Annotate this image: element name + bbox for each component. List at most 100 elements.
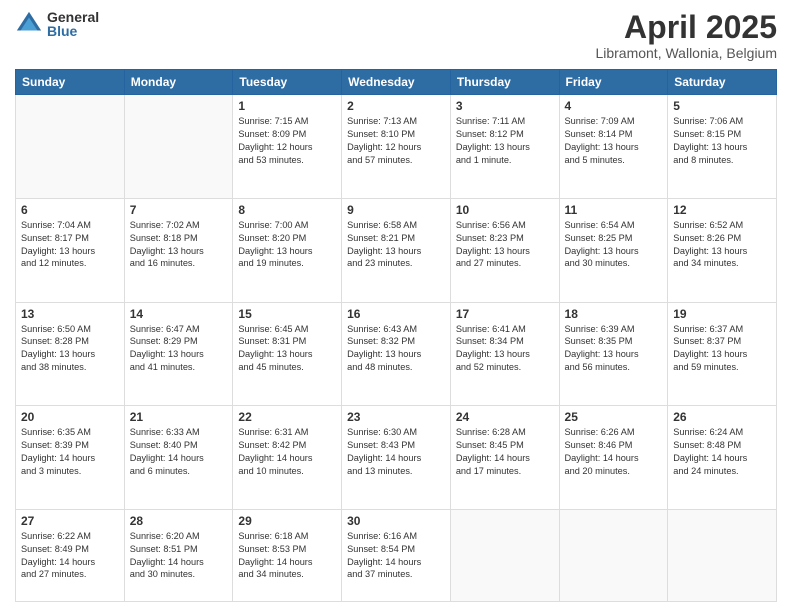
day-number: 26: [673, 410, 771, 424]
table-row: 21Sunrise: 6:33 AM Sunset: 8:40 PM Dayli…: [124, 406, 233, 510]
month-title: April 2025: [595, 10, 777, 45]
day-number: 9: [347, 203, 445, 217]
day-number: 19: [673, 307, 771, 321]
table-row: 25 Sunrise: 6:26 AM Sunset: 8:46 PM Dayli…: [559, 406, 668, 510]
table-row: 24 Sunrise: 6:28 AM Sunset: 8:45 PM Dayli…: [450, 406, 559, 510]
cell-content: Sunrise: 7:09 AM Sunset: 8:14 PM Dayligh…: [565, 115, 663, 167]
table-row: 12 Sunrise: 6:52 AM Sunset: 8:26 PM Dayli…: [668, 198, 777, 302]
cell-content: Sunrise: 7:15 AM Sunset: 8:09 PM Dayligh…: [238, 115, 336, 167]
col-sunday: Sunday: [16, 70, 125, 95]
day-number: 25: [565, 410, 663, 424]
day-number: 22: [238, 410, 336, 424]
table-row: 5Sunrise: 7:06 AM Sunset: 8:15 PM Daylig…: [668, 95, 777, 199]
day-number: 28: [130, 514, 228, 528]
cell-content: Sunrise: 6:28 AM Sunset: 8:45 PM Dayligh…: [456, 426, 554, 478]
day-number: 10: [456, 203, 554, 217]
cell-content: Sunrise: 6:35 AM Sunset: 8:39 PM Dayligh…: [21, 426, 119, 478]
cell-content: Sunrise: 7:04 AM Sunset: 8:17 PM Dayligh…: [21, 219, 119, 271]
cell-content: Sunrise: 6:56 AM Sunset: 8:23 PM Dayligh…: [456, 219, 554, 271]
day-number: 12: [673, 203, 771, 217]
table-row: 2 Sunrise: 7:13 AM Sunset: 8:10 PM Daylig…: [342, 95, 451, 199]
logo-blue-label: Blue: [47, 24, 99, 38]
calendar-week-row: 27 Sunrise: 6:22 AM Sunset: 8:49 PM Dayli…: [16, 509, 777, 601]
cell-content: Sunrise: 6:22 AM Sunset: 8:49 PM Dayligh…: [21, 530, 119, 582]
cell-content: Sunrise: 6:47 AM Sunset: 8:29 PM Dayligh…: [130, 323, 228, 375]
cell-content: Sunrise: 6:50 AM Sunset: 8:28 PM Dayligh…: [21, 323, 119, 375]
table-row: 7Sunrise: 7:02 AM Sunset: 8:18 PM Daylig…: [124, 198, 233, 302]
table-row: 20 Sunrise: 6:35 AM Sunset: 8:39 PM Dayli…: [16, 406, 125, 510]
table-row: 26 Sunrise: 6:24 AM Sunset: 8:48 PM Dayli…: [668, 406, 777, 510]
cell-content: Sunrise: 7:11 AM Sunset: 8:12 PM Dayligh…: [456, 115, 554, 167]
day-number: 18: [565, 307, 663, 321]
calendar-week-row: 6 Sunrise: 7:04 AM Sunset: 8:17 PM Daylig…: [16, 198, 777, 302]
table-row: 13Sunrise: 6:50 AM Sunset: 8:28 PM Dayli…: [16, 302, 125, 406]
cell-content: Sunrise: 6:20 AM Sunset: 8:51 PM Dayligh…: [130, 530, 228, 582]
table-row: 16Sunrise: 6:43 AM Sunset: 8:32 PM Dayli…: [342, 302, 451, 406]
cell-content: Sunrise: 6:52 AM Sunset: 8:26 PM Dayligh…: [673, 219, 771, 271]
cell-content: Sunrise: 6:37 AM Sunset: 8:37 PM Dayligh…: [673, 323, 771, 375]
logo-icon: [15, 10, 43, 38]
cell-content: Sunrise: 6:41 AM Sunset: 8:34 PM Dayligh…: [456, 323, 554, 375]
day-number: 24: [456, 410, 554, 424]
table-row: 1 Sunrise: 7:15 AM Sunset: 8:09 PM Daylig…: [233, 95, 342, 199]
table-row: 29Sunrise: 6:18 AM Sunset: 8:53 PM Dayli…: [233, 509, 342, 601]
cell-content: Sunrise: 6:43 AM Sunset: 8:32 PM Dayligh…: [347, 323, 445, 375]
logo: General Blue: [15, 10, 99, 38]
table-row: 28 Sunrise: 6:20 AM Sunset: 8:51 PM Dayli…: [124, 509, 233, 601]
logo-text: General Blue: [47, 10, 99, 38]
table-row: 3 Sunrise: 7:11 AM Sunset: 8:12 PM Daylig…: [450, 95, 559, 199]
table-row: 8 Sunrise: 7:00 AM Sunset: 8:20 PM Daylig…: [233, 198, 342, 302]
cell-content: Sunrise: 6:24 AM Sunset: 8:48 PM Dayligh…: [673, 426, 771, 478]
table-row: 27 Sunrise: 6:22 AM Sunset: 8:49 PM Dayli…: [16, 509, 125, 601]
cell-content: Sunrise: 6:31 AM Sunset: 8:42 PM Dayligh…: [238, 426, 336, 478]
cell-content: Sunrise: 7:13 AM Sunset: 8:10 PM Dayligh…: [347, 115, 445, 167]
table-row: 23 Sunrise: 6:30 AM Sunset: 8:43 PM Dayli…: [342, 406, 451, 510]
day-number: 5: [673, 99, 771, 113]
day-number: 3: [456, 99, 554, 113]
day-number: 30: [347, 514, 445, 528]
calendar-header-row: Sunday Monday Tuesday Wednesday Thursday…: [16, 70, 777, 95]
day-number: 6: [21, 203, 119, 217]
cell-content: Sunrise: 7:00 AM Sunset: 8:20 PM Dayligh…: [238, 219, 336, 271]
day-number: 27: [21, 514, 119, 528]
table-row: 4 Sunrise: 7:09 AM Sunset: 8:14 PM Daylig…: [559, 95, 668, 199]
day-number: 20: [21, 410, 119, 424]
cell-content: Sunrise: 6:16 AM Sunset: 8:54 PM Dayligh…: [347, 530, 445, 582]
table-row: 19 Sunrise: 6:37 AM Sunset: 8:37 PM Dayli…: [668, 302, 777, 406]
table-row: 18 Sunrise: 6:39 AM Sunset: 8:35 PM Dayli…: [559, 302, 668, 406]
table-row: 11Sunrise: 6:54 AM Sunset: 8:25 PM Dayli…: [559, 198, 668, 302]
table-row: 15Sunrise: 6:45 AM Sunset: 8:31 PM Dayli…: [233, 302, 342, 406]
logo-general-label: General: [47, 10, 99, 24]
cell-content: Sunrise: 6:18 AM Sunset: 8:53 PM Dayligh…: [238, 530, 336, 582]
cell-content: Sunrise: 6:30 AM Sunset: 8:43 PM Dayligh…: [347, 426, 445, 478]
title-block: April 2025 Libramont, Wallonia, Belgium: [595, 10, 777, 61]
col-wednesday: Wednesday: [342, 70, 451, 95]
table-row: [124, 95, 233, 199]
table-row: [16, 95, 125, 199]
day-number: 2: [347, 99, 445, 113]
day-number: 7: [130, 203, 228, 217]
col-tuesday: Tuesday: [233, 70, 342, 95]
location-title: Libramont, Wallonia, Belgium: [595, 45, 777, 61]
cell-content: Sunrise: 6:45 AM Sunset: 8:31 PM Dayligh…: [238, 323, 336, 375]
col-monday: Monday: [124, 70, 233, 95]
col-thursday: Thursday: [450, 70, 559, 95]
day-number: 4: [565, 99, 663, 113]
day-number: 8: [238, 203, 336, 217]
day-number: 1: [238, 99, 336, 113]
day-number: 23: [347, 410, 445, 424]
table-row: 10 Sunrise: 6:56 AM Sunset: 8:23 PM Dayli…: [450, 198, 559, 302]
table-row: 6 Sunrise: 7:04 AM Sunset: 8:17 PM Daylig…: [16, 198, 125, 302]
cell-content: Sunrise: 6:58 AM Sunset: 8:21 PM Dayligh…: [347, 219, 445, 271]
cell-content: Sunrise: 6:39 AM Sunset: 8:35 PM Dayligh…: [565, 323, 663, 375]
calendar-week-row: 1 Sunrise: 7:15 AM Sunset: 8:09 PM Daylig…: [16, 95, 777, 199]
col-saturday: Saturday: [668, 70, 777, 95]
cell-content: Sunrise: 6:26 AM Sunset: 8:46 PM Dayligh…: [565, 426, 663, 478]
cell-content: Sunrise: 6:54 AM Sunset: 8:25 PM Dayligh…: [565, 219, 663, 271]
day-number: 17: [456, 307, 554, 321]
calendar-week-row: 20 Sunrise: 6:35 AM Sunset: 8:39 PM Dayli…: [16, 406, 777, 510]
table-row: 9 Sunrise: 6:58 AM Sunset: 8:21 PM Daylig…: [342, 198, 451, 302]
day-number: 14: [130, 307, 228, 321]
col-friday: Friday: [559, 70, 668, 95]
table-row: [668, 509, 777, 601]
